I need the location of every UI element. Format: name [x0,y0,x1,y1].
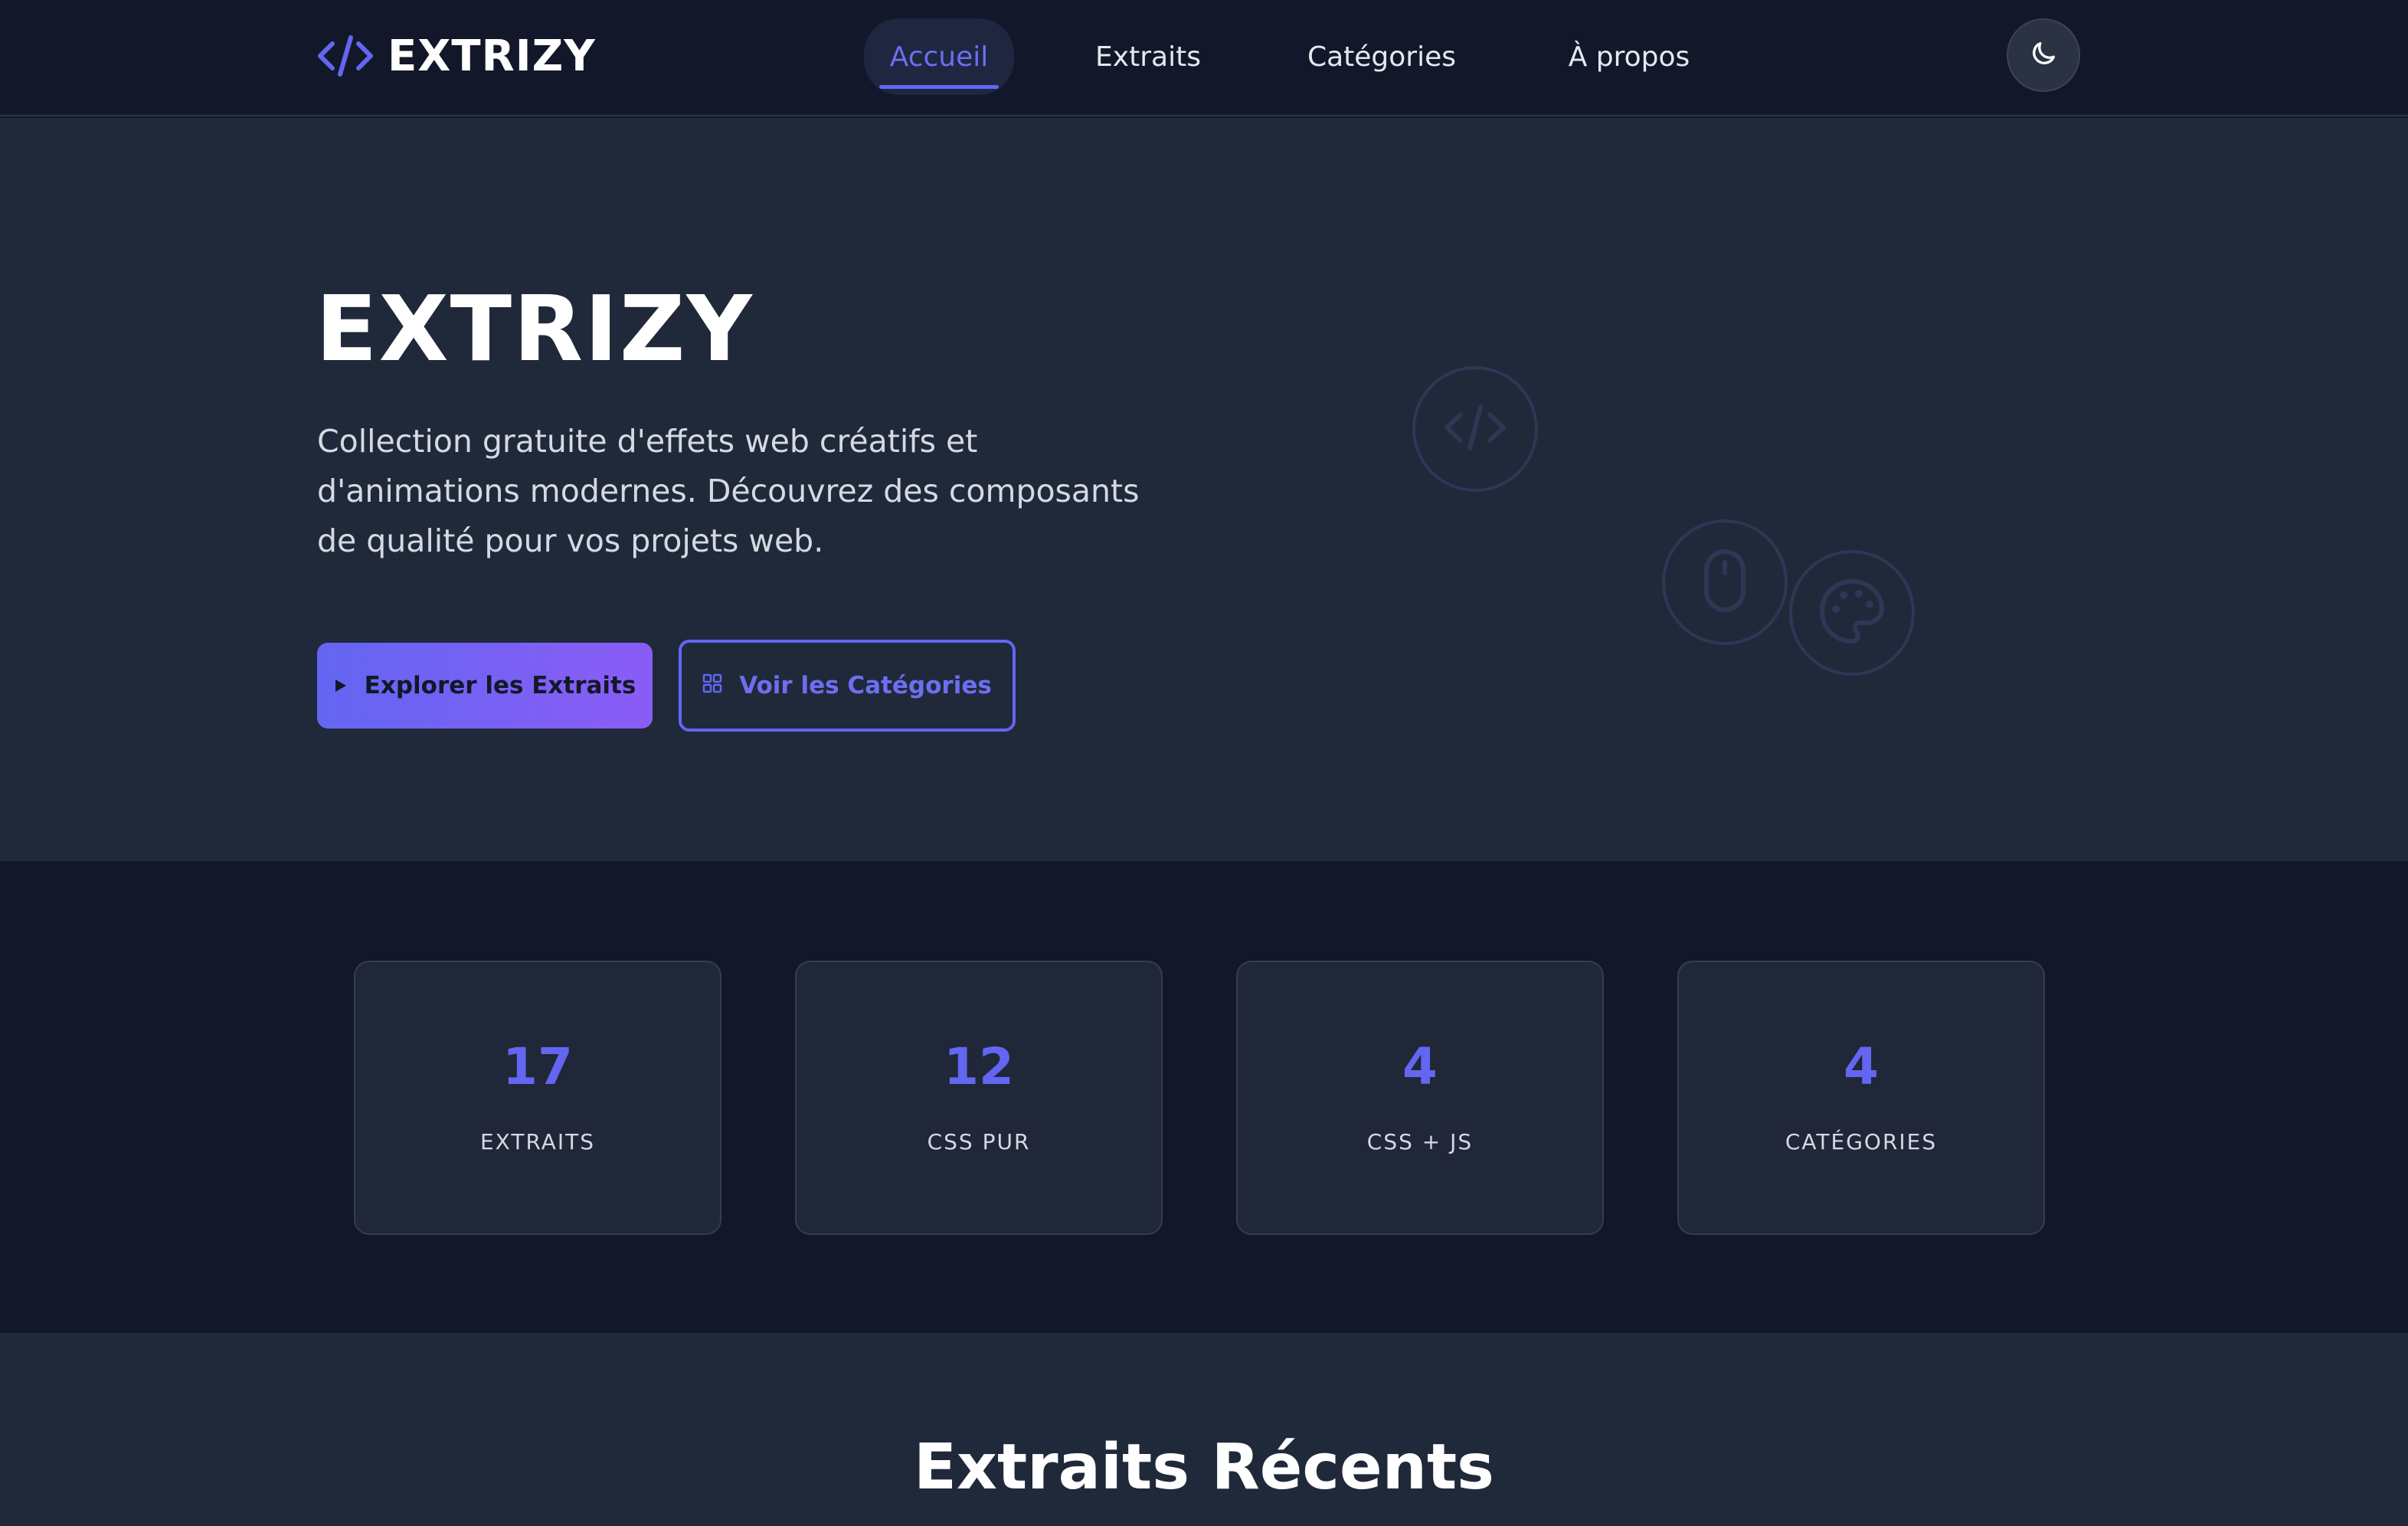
explore-snippets-button[interactable]: Explorer les Extraits [317,643,653,729]
theme-toggle-button[interactable] [2007,18,2080,92]
nav-item-label: À propos [1568,41,1690,73]
stat-label: EXTRAITS [479,1129,596,1154]
hero-description: Collection gratuite d'effets web créatif… [317,423,1140,559]
stat-value: 4 [1844,1037,1879,1096]
nav-item-a-propos[interactable]: À propos [1543,18,1716,95]
button-label: Explorer les Extraits [364,672,636,699]
button-label: Voir les Catégories [739,672,992,699]
decorative-palette-icon [1789,550,1915,676]
play-icon [334,672,348,699]
decorative-code-icon [1412,366,1538,492]
stat-value: 4 [1402,1037,1438,1096]
stat-card-extraits: 17 EXTRAITS [354,961,721,1235]
stat-card-css-pur: 12 CSS PUR [795,961,1163,1235]
moon-icon [2028,38,2059,72]
stat-card-categories: 4 CATÉGORIES [1677,961,2045,1235]
nav-item-categories[interactable]: Catégories [1282,18,1481,95]
hero-section: EXTRIZY Collection gratuite d'effets web… [0,118,2408,861]
nav-item-label: Catégories [1307,41,1457,73]
stats-section: 17 EXTRAITS 12 CSS PUR 4 CSS + JS 4 CATÉ… [0,861,2408,1333]
active-indicator [879,85,999,89]
nav-item-accueil[interactable]: Accueil [864,18,1014,95]
section-title: Extraits Récents [914,1431,1494,1504]
stat-value: 17 [502,1037,573,1096]
nav-item-label: Accueil [889,41,989,73]
recent-snippets-section: Extraits Récents [0,1333,2408,1526]
palette-icon [1817,577,1886,649]
stat-label: CATÉGORIES [1785,1129,1938,1154]
stat-label: CSS + JS [1366,1129,1474,1154]
mouse-icon [1702,549,1748,616]
grid-icon [702,672,722,699]
site-header: EXTRIZY Accueil Extraits Catégories À pr… [0,0,2408,116]
stat-card-css-js: 4 CSS + JS [1236,961,1604,1235]
decorative-mouse-icon [1662,519,1788,645]
nav-item-label: Extraits [1095,41,1201,73]
stat-value: 12 [944,1037,1014,1096]
view-categories-button[interactable]: Voir les Catégories [679,640,1016,732]
hero-title: EXTRIZY [316,276,754,382]
nav-item-extraits[interactable]: Extraits [1069,18,1227,95]
stat-label: CSS PUR [927,1129,1031,1154]
code-icon [1441,401,1510,457]
